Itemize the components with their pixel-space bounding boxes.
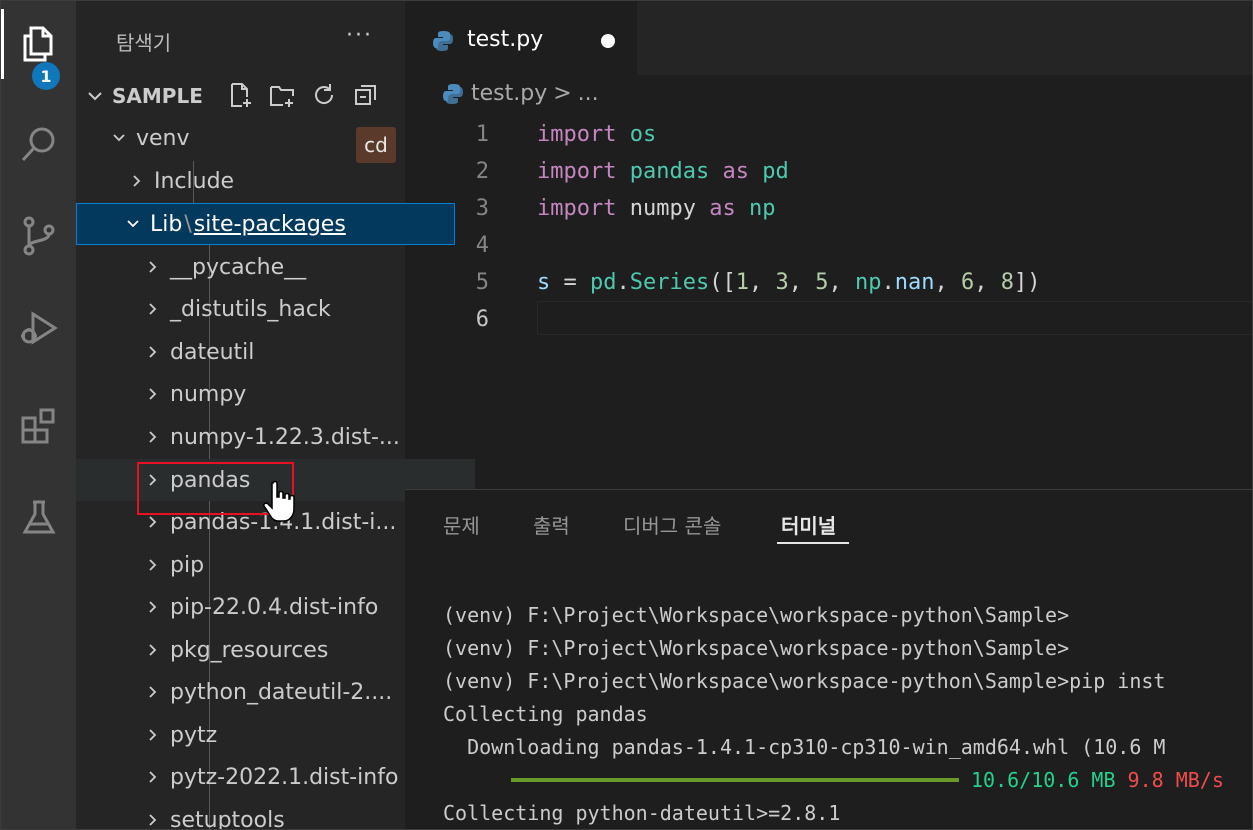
run-debug-icon[interactable] <box>1 293 76 363</box>
refresh-icon[interactable] <box>310 81 338 109</box>
chevron-right-icon <box>149 601 157 613</box>
files-icon[interactable]: 1 <box>1 9 76 90</box>
breadcrumb: test.py > ... <box>441 81 599 106</box>
terminal-line: (venv) F:\Project\Workspace\workspace-py… <box>443 603 1070 627</box>
code-line: s = pd.Series([1, 3, 5, np.nan, 6, 8]) <box>537 270 1041 295</box>
tree-item-label-site-packages: site-packages <box>193 211 346 237</box>
chevron-right-icon <box>149 388 157 400</box>
chevron-right-icon <box>149 686 157 698</box>
editor-tab-bar: test.py <box>405 1 1252 75</box>
terminal-line: (venv) F:\Project\Workspace\workspace-py… <box>443 669 1166 693</box>
download-progress-bar <box>511 778 959 782</box>
terminal-line: Downloading pandas-1.4.1-cp310-cp310-win… <box>443 735 1166 759</box>
tree-item-label: numpy-1.22.3.dist-... <box>170 424 400 450</box>
extensions-icon[interactable] <box>1 391 76 461</box>
activity-bar: 1 <box>1 1 76 829</box>
tree-item-include[interactable]: Include <box>76 160 459 202</box>
explorer-badge: 1 <box>32 62 60 90</box>
code-line: import pandas as pd <box>537 159 789 184</box>
code-line: import os <box>537 122 657 147</box>
tree-item-label: Include <box>154 168 235 194</box>
tree-item-label: python_dateutil-2.... <box>170 679 393 705</box>
breadcrumb-more[interactable]: ... <box>578 81 599 106</box>
hand-cursor-icon <box>263 480 295 522</box>
tree-item-lib-site-packages[interactable]: Lib \ site-packages <box>76 203 455 245</box>
workspace-name: SAMPLE <box>112 84 203 108</box>
section-actions <box>226 81 380 109</box>
tree-item-label-lib: Lib <box>150 211 183 237</box>
line-number: 5 <box>475 270 489 295</box>
cd-badge: cd <box>356 127 396 163</box>
chevron-right-icon <box>149 431 157 443</box>
chevron-right-icon <box>149 644 157 656</box>
tree-item-label: pip <box>170 552 205 578</box>
tab-debug-console[interactable]: 디버그 콘솔 <box>623 510 721 539</box>
unsaved-dot-icon[interactable] <box>601 34 615 48</box>
tab-label: test.py <box>467 27 544 52</box>
terminal-line: Collecting pandas <box>443 702 648 726</box>
tree-item-label: pytz <box>170 722 218 748</box>
tab-problems[interactable]: 문제 <box>443 510 480 539</box>
terminal-line: Collecting python-dateutil>=2.8.1 <box>443 801 841 825</box>
current-line-highlight <box>537 301 1252 335</box>
breadcrumb-separator: > <box>553 81 572 106</box>
chevron-right-icon <box>149 346 157 358</box>
tab-terminal[interactable]: 터미널 <box>781 510 836 539</box>
window: 1 탐색기 ··· SAMPLE venv cd Include Lib \ s… <box>0 0 1253 830</box>
tree-item-label: pip-22.0.4.dist-info <box>170 594 379 620</box>
collapse-all-icon[interactable] <box>352 81 380 109</box>
tree-item-label: __pycache__ <box>170 254 307 280</box>
code-editor[interactable]: 1 2 3 4 5 6 import os import pandas as p… <box>405 116 1252 486</box>
progress-speed: 9.8 MB/s <box>1127 768 1224 792</box>
chevron-right-icon <box>149 771 157 783</box>
testing-icon[interactable] <box>1 483 76 553</box>
tab-output[interactable]: 출력 <box>533 510 570 539</box>
python-file-icon <box>443 83 463 104</box>
chevron-down-icon <box>88 92 102 101</box>
more-actions-button[interactable]: ··· <box>346 23 373 48</box>
tree-item-label: pkg_resources <box>170 637 329 663</box>
chevron-down-icon <box>127 220 139 228</box>
progress-size: 10.6/10.6 MB <box>971 768 1116 792</box>
breadcrumb-file[interactable]: test.py <box>471 81 547 106</box>
tab-test-py[interactable]: test.py <box>405 1 637 75</box>
tree-item-label: pytz-2022.1.dist-info <box>170 764 399 790</box>
chevron-right-icon <box>149 814 157 826</box>
python-file-icon <box>433 31 453 51</box>
line-number: 3 <box>475 196 489 221</box>
line-number: 4 <box>475 233 489 258</box>
chevron-right-icon <box>149 729 157 741</box>
tree-item-label: venv <box>136 125 190 151</box>
line-number: 6 <box>475 307 489 332</box>
code-line: import numpy as np <box>537 196 776 221</box>
search-icon[interactable] <box>1 109 76 179</box>
chevron-right-icon <box>149 559 157 571</box>
source-control-icon[interactable] <box>1 201 76 271</box>
tree-item-label: dateutil <box>170 339 255 365</box>
line-number: 2 <box>475 159 489 184</box>
chevron-right-icon <box>149 516 157 528</box>
active-tab-underline <box>777 542 849 544</box>
chevron-right-icon <box>133 175 141 187</box>
sidebar-title: 탐색기 <box>116 31 172 55</box>
chevron-down-icon <box>113 134 125 142</box>
chevron-right-icon <box>149 261 157 273</box>
new-folder-icon[interactable] <box>268 81 296 109</box>
terminal-line: (venv) F:\Project\Workspace\workspace-py… <box>443 636 1070 660</box>
path-separator: \ <box>184 211 192 237</box>
terminal-progress-text: 10.6/10.6 MB 9.8 MB/s <box>971 768 1224 792</box>
chevron-right-icon <box>149 303 157 315</box>
bottom-panel: 문제 출력 디버그 콘솔 터미널 (venv) F:\Project\Works… <box>405 489 1252 829</box>
tree-item-label: _distutils_hack <box>170 296 331 322</box>
tree-item-label: setuptools <box>170 807 285 830</box>
explorer-sidebar: 탐색기 ··· SAMPLE venv cd Include Lib \ sit… <box>76 1 475 830</box>
tree-item-label: numpy <box>170 381 247 407</box>
new-file-icon[interactable] <box>226 81 254 109</box>
line-number: 1 <box>475 122 489 147</box>
